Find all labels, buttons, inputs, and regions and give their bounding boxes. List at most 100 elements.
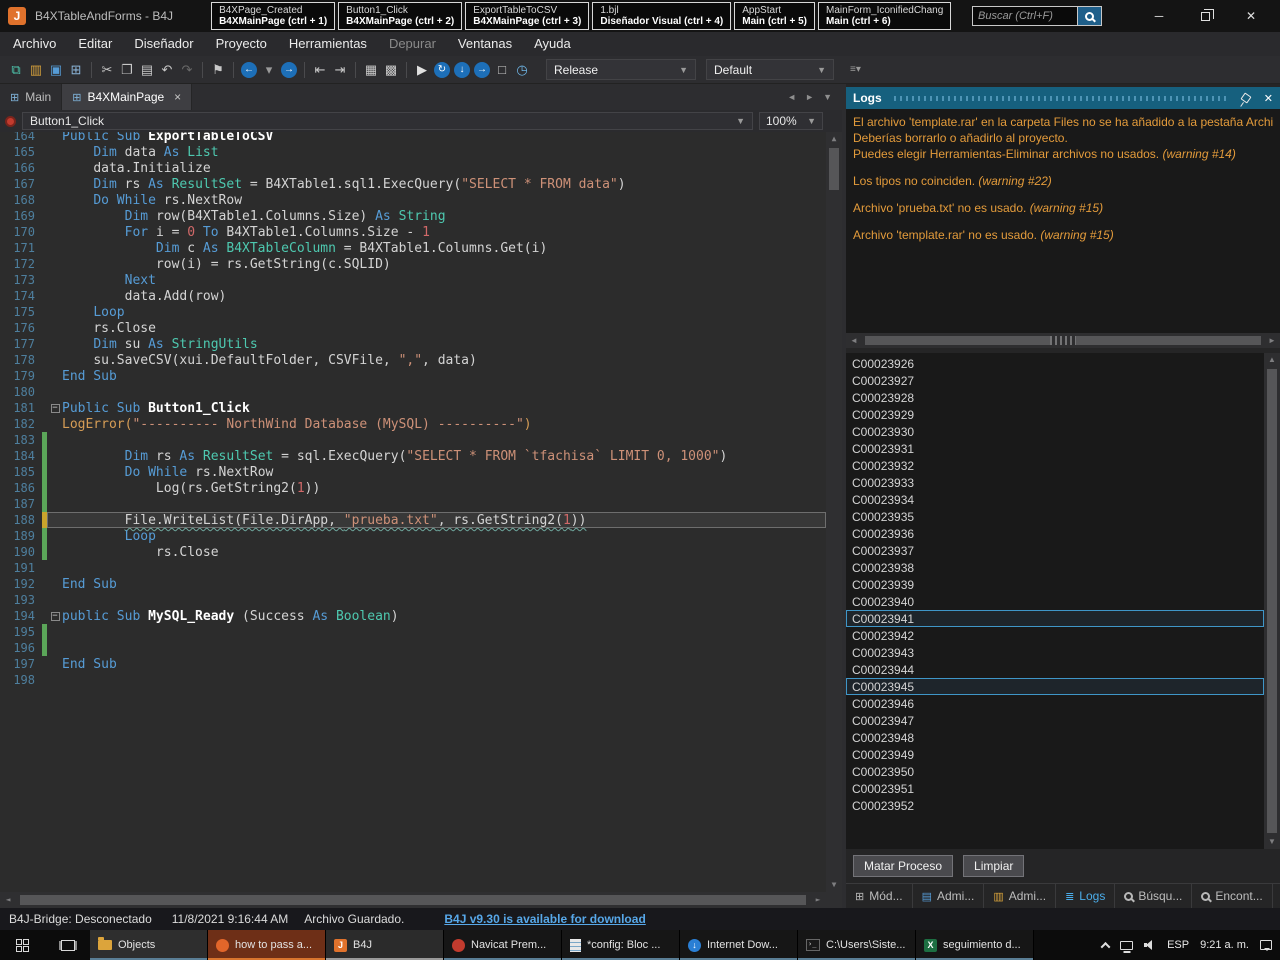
code-line[interactable]: 171 Dim c As B4XTableColumn = B4XTable1.… [0,240,826,256]
open-project-icon[interactable]: ▥ [26,60,46,80]
log-entry[interactable]: C00023949 [846,746,1264,763]
comment-icon[interactable]: ▦ [361,60,381,80]
doc-tab-b4xmainpage[interactable]: ⊞B4XMainPage× [62,84,192,110]
kill-process-button[interactable]: Matar Proceso [853,855,953,877]
log-entry[interactable]: C00023932 [846,457,1264,474]
scroll-tabs-right-icon[interactable]: ► [805,92,814,102]
toolbar-overflow-icon[interactable]: ≡▾ [850,64,861,75]
log-entry[interactable]: C00023940 [846,593,1264,610]
code-line[interactable]: 187 [0,496,826,512]
code-line[interactable]: 164Public Sub ExportTableToCSV [0,132,826,144]
taskbar-browser-how-to-pass[interactable]: how to pass a... [208,930,326,960]
menu-ventanas[interactable]: Ventanas [447,32,523,56]
taskbar-b4j[interactable]: JB4J [326,930,444,960]
bookmark-icon[interactable]: ⚑ [208,60,228,80]
code-line[interactable]: 195 [0,624,826,640]
menu-archivo[interactable]: Archivo [2,32,67,56]
code-line[interactable]: 192End Sub [0,576,826,592]
scroll-left-icon[interactable]: ◄ [0,893,16,907]
close-button[interactable]: ✕ [1228,0,1274,32]
doc-tab-main[interactable]: ⊞Main [0,84,62,110]
code-line[interactable]: 172 row(i) = rs.GetString(c.SQLID) [0,256,826,272]
taskbar-objects[interactable]: Objects [90,930,208,960]
back-history-chevron-icon[interactable]: ▾ [259,60,279,80]
editor-horizontal-scrollbar[interactable]: ◄ ► [0,892,826,908]
code-line[interactable]: 183 [0,432,826,448]
menu-proyecto[interactable]: Proyecto [205,32,278,56]
scroll-down-icon[interactable]: ▼ [826,878,842,892]
quick-access-tab[interactable]: 1.bjlDiseñador Visual (ctrl + 4) [592,2,731,30]
step-over-icon[interactable]: → [474,62,490,78]
log-entry[interactable]: C00023941 [846,610,1264,627]
scrollbar-thumb[interactable] [20,895,806,905]
log-entry[interactable]: C00023933 [846,474,1264,491]
scroll-left-icon[interactable]: ◄ [846,334,862,348]
log-entry[interactable]: C00023942 [846,627,1264,644]
tab-modulos[interactable]: ⊞Mód... [846,884,913,908]
outdent-icon[interactable]: ⇤ [310,60,330,80]
code-line[interactable]: 176 rs.Close [0,320,826,336]
scroll-up-icon[interactable]: ▲ [826,132,842,146]
run-icon[interactable]: ▶ [412,60,432,80]
collapse-icon[interactable]: − [51,612,60,621]
log-entry[interactable]: C00023937 [846,542,1264,559]
menu-herramientas[interactable]: Herramientas [278,32,378,56]
taskbar-excel-seguimiento[interactable]: Xseguimiento d... [916,930,1034,960]
taskbar-cmd[interactable]: ›_C:\Users\Siste... [798,930,916,960]
menu-editar[interactable]: Editar [67,32,123,56]
code-line[interactable]: 191 [0,560,826,576]
tab-list-icon[interactable]: ▼ [823,92,832,102]
code-line[interactable]: 175 Loop [0,304,826,320]
log-entry[interactable]: C00023926 [846,355,1264,372]
code-line[interactable]: 167 Dim rs As ResultSet = B4XTable1.sql1… [0,176,826,192]
clock[interactable]: 9:21 a. m. [1200,939,1249,951]
warnings-horizontal-scrollbar[interactable]: ◄ ► [846,333,1280,348]
menu-diseñador[interactable]: Diseñador [123,32,204,56]
network-icon[interactable] [1120,941,1133,950]
taskbar-notepad-config[interactable]: *config: Bloc ... [562,930,680,960]
code-line[interactable]: 194−public Sub MySQL_Ready (Success As B… [0,608,826,624]
code-line[interactable]: 196 [0,640,826,656]
code-line[interactable]: 181−Public Sub Button1_Click [0,400,826,416]
scroll-tabs-left-icon[interactable]: ◄ [787,92,796,102]
code-line[interactable]: 180 [0,384,826,400]
log-entry[interactable]: C00023935 [846,508,1264,525]
undo-icon[interactable]: ↶ [157,60,177,80]
log-entry[interactable]: C00023948 [846,729,1264,746]
logs-panel-header[interactable]: Logs ✕ [846,87,1280,109]
taskbar-internet-download[interactable]: ↓Internet Dow... [680,930,798,960]
paste-icon[interactable]: ▤ [137,60,157,80]
tab-encontrados[interactable]: Encont... [1192,884,1272,908]
profiler-icon[interactable]: ◷ [512,60,532,80]
code-line[interactable]: 198 [0,672,826,688]
resume-icon[interactable]: ↻ [434,62,450,78]
code-line[interactable]: 189 Loop [0,528,826,544]
reformat-icon[interactable]: ▩ [381,60,401,80]
quick-access-tab[interactable]: ExportTableToCSVB4XMainPage (ctrl + 3) [465,2,589,30]
indent-icon[interactable]: ⇥ [330,60,350,80]
zoom-selector[interactable]: 100% ▼ [759,112,823,130]
navigate-forward-icon[interactable]: → [281,62,297,78]
copy-icon[interactable]: ❐ [117,60,137,80]
search-button[interactable] [1077,7,1101,25]
log-entry[interactable]: C00023945 [846,678,1264,695]
code-line[interactable]: 184 Dim rs As ResultSet = sql.ExecQuery(… [0,448,826,464]
code-line[interactable]: 170 For i = 0 To B4XTable1.Columns.Size … [0,224,826,240]
menu-ayuda[interactable]: Ayuda [523,32,582,56]
minimize-button[interactable]: ─ [1136,0,1182,32]
quick-access-tab[interactable]: AppStartMain (ctrl + 5) [734,2,815,30]
code-line[interactable]: 188 File.WriteList(File.DirApp, "prueba.… [0,512,826,528]
tray-expand-icon[interactable] [1101,941,1111,951]
navigate-back-icon[interactable]: ← [241,62,257,78]
log-entry[interactable]: C00023950 [846,763,1264,780]
code-line[interactable]: 185 Do While rs.NextRow [0,464,826,480]
tab-busqueda[interactable]: Búsqu... [1115,884,1192,908]
quick-access-tab[interactable]: B4XPage_CreatedB4XMainPage (ctrl + 1) [211,2,335,30]
code-line[interactable]: 166 data.Initialize [0,160,826,176]
code-line[interactable]: 197End Sub [0,656,826,672]
code-line[interactable]: 169 Dim row(B4XTable1.Columns.Size) As S… [0,208,826,224]
log-entry[interactable]: C00023928 [846,389,1264,406]
step-into-icon[interactable]: ↓ [454,62,470,78]
log-entry[interactable]: C00023934 [846,491,1264,508]
code-line[interactable]: 168 Do While rs.NextRow [0,192,826,208]
